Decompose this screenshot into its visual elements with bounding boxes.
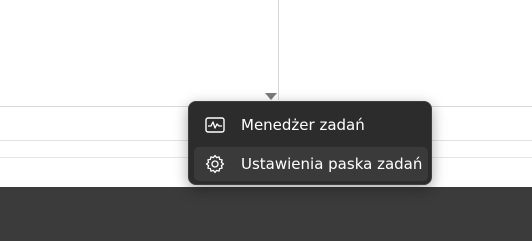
desktop-background: Menedżer zadań Ustawienia paska zadań: [0, 0, 532, 241]
menu-anchor-arrow: [265, 93, 277, 100]
menu-item-label: Ustawienia paska zadań: [241, 155, 423, 173]
menu-item-taskbar-settings[interactable]: Ustawienia paska zadań: [194, 147, 428, 181]
window-divider: [278, 0, 279, 100]
menu-item-label: Menedżer zadań: [241, 116, 365, 134]
gear-icon: [204, 153, 226, 175]
task-manager-icon: [204, 114, 226, 136]
menu-item-task-manager[interactable]: Menedżer zadań: [194, 108, 428, 142]
taskbar[interactable]: [0, 187, 532, 241]
taskbar-context-menu: Menedżer zadań Ustawienia paska zadań: [188, 101, 432, 185]
